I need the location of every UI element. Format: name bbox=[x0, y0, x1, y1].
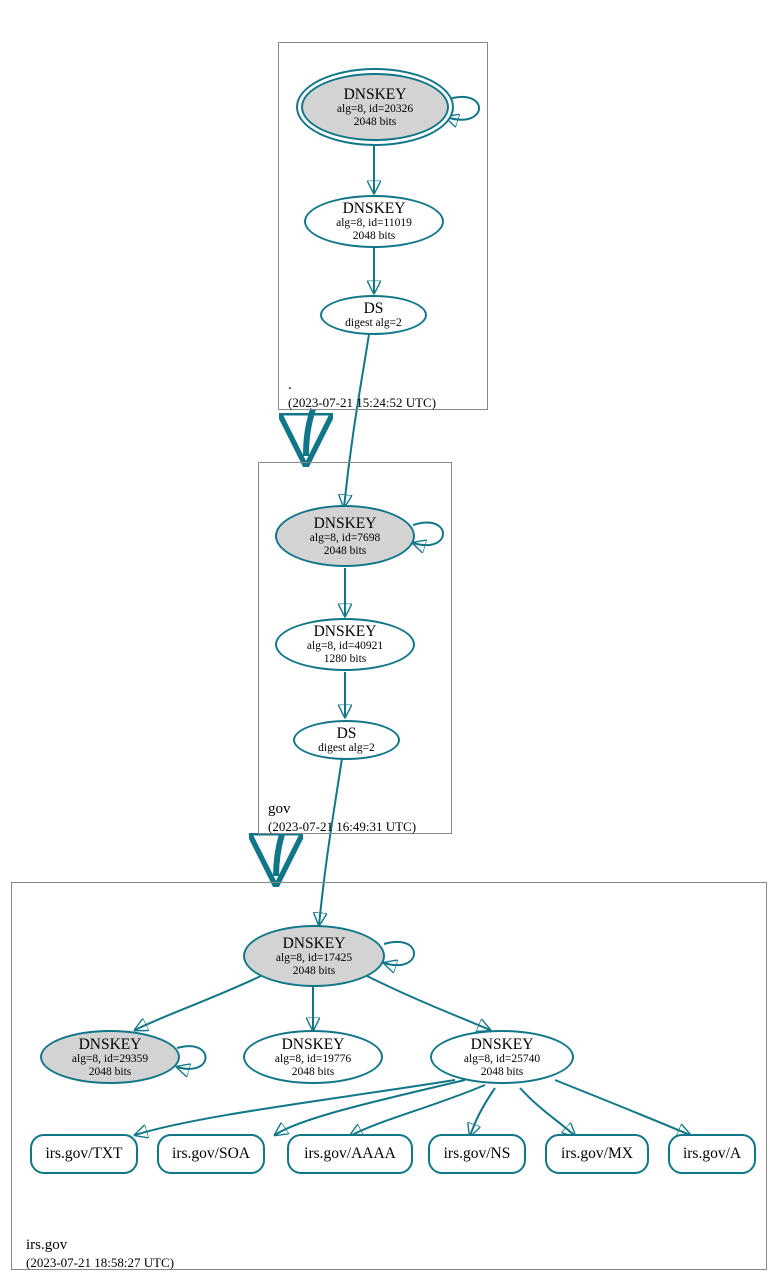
node-title: DNSKEY bbox=[314, 515, 377, 532]
node-sub: alg=8, id=11019 bbox=[336, 217, 412, 230]
node-sub: alg=8, id=25740 bbox=[464, 1053, 540, 1066]
node-sub: 1280 bits bbox=[324, 653, 367, 666]
zone-irs-name: irs.gov bbox=[26, 1237, 67, 1253]
zone-root-label: . (2023-07-21 15:24:52 UTC) bbox=[288, 376, 436, 412]
node-title: DS bbox=[364, 300, 384, 317]
rr-a: irs.gov/A bbox=[668, 1134, 756, 1174]
node-sub: alg=8, id=20326 bbox=[337, 103, 413, 116]
rr-label: irs.gov/NS bbox=[444, 1145, 511, 1162]
rr-mx: irs.gov/MX bbox=[545, 1134, 649, 1174]
dnskey-gov-zsk: DNSKEY alg=8, id=40921 1280 bits bbox=[275, 618, 415, 671]
node-sub: alg=8, id=7698 bbox=[310, 532, 380, 545]
ds-gov: DS digest alg=2 bbox=[293, 720, 400, 760]
zone-irs-label: irs.gov (2023-07-21 18:58:27 UTC) bbox=[26, 1236, 174, 1272]
node-title: DNSKEY bbox=[314, 623, 377, 640]
rr-label: irs.gov/SOA bbox=[172, 1145, 250, 1162]
node-sub: alg=8, id=29359 bbox=[72, 1053, 148, 1066]
node-title: DNSKEY bbox=[79, 1036, 142, 1053]
node-sub: digest alg=2 bbox=[318, 742, 375, 755]
zone-gov-timestamp: (2023-07-21 16:49:31 UTC) bbox=[268, 819, 416, 834]
rr-aaaa: irs.gov/AAAA bbox=[287, 1134, 413, 1174]
node-title: DNSKEY bbox=[471, 1036, 534, 1053]
ds-root: DS digest alg=2 bbox=[320, 295, 427, 335]
node-sub: 2048 bits bbox=[353, 230, 396, 243]
zone-root-timestamp: (2023-07-21 15:24:52 UTC) bbox=[288, 395, 436, 410]
node-sub: 2048 bits bbox=[293, 965, 336, 978]
zone-gov-name: gov bbox=[268, 801, 291, 817]
rr-soa: irs.gov/SOA bbox=[157, 1134, 265, 1174]
node-sub: digest alg=2 bbox=[345, 317, 402, 330]
dnskey-root-zsk: DNSKEY alg=8, id=11019 2048 bits bbox=[304, 195, 444, 248]
node-sub: alg=8, id=17425 bbox=[276, 952, 352, 965]
rr-label: irs.gov/AAAA bbox=[304, 1145, 396, 1162]
zone-gov-label: gov (2023-07-21 16:49:31 UTC) bbox=[268, 800, 416, 836]
dnskey-irs-29359: DNSKEY alg=8, id=29359 2048 bits bbox=[40, 1030, 180, 1084]
dnskey-root-ksk: DNSKEY alg=8, id=20326 2048 bits bbox=[301, 73, 449, 141]
dnskey-irs-ksk: DNSKEY alg=8, id=17425 2048 bits bbox=[243, 925, 385, 987]
rr-label: irs.gov/MX bbox=[561, 1145, 633, 1162]
node-sub: 2048 bits bbox=[89, 1066, 132, 1079]
dnskey-irs-19776: DNSKEY alg=8, id=19776 2048 bits bbox=[243, 1030, 383, 1084]
rr-ns: irs.gov/NS bbox=[428, 1134, 526, 1174]
node-sub: 2048 bits bbox=[292, 1066, 335, 1079]
dnskey-irs-25740: DNSKEY alg=8, id=25740 2048 bits bbox=[430, 1030, 574, 1084]
node-title: DNSKEY bbox=[344, 86, 407, 103]
node-title: DNSKEY bbox=[282, 1036, 345, 1053]
node-sub: 2048 bits bbox=[354, 116, 397, 129]
node-title: DS bbox=[337, 725, 357, 742]
rr-label: irs.gov/A bbox=[683, 1145, 741, 1162]
node-sub: 2048 bits bbox=[481, 1066, 524, 1079]
node-sub: 2048 bits bbox=[324, 545, 367, 558]
zone-root-name: . bbox=[288, 377, 292, 393]
node-sub: alg=8, id=40921 bbox=[307, 640, 383, 653]
rr-txt: irs.gov/TXT bbox=[30, 1134, 138, 1174]
dnskey-gov-ksk: DNSKEY alg=8, id=7698 2048 bits bbox=[275, 505, 415, 567]
node-sub: alg=8, id=19776 bbox=[275, 1053, 351, 1066]
node-title: DNSKEY bbox=[283, 935, 346, 952]
zone-irs-timestamp: (2023-07-21 18:58:27 UTC) bbox=[26, 1255, 174, 1270]
node-title: DNSKEY bbox=[343, 200, 406, 217]
rr-label: irs.gov/TXT bbox=[45, 1145, 122, 1162]
